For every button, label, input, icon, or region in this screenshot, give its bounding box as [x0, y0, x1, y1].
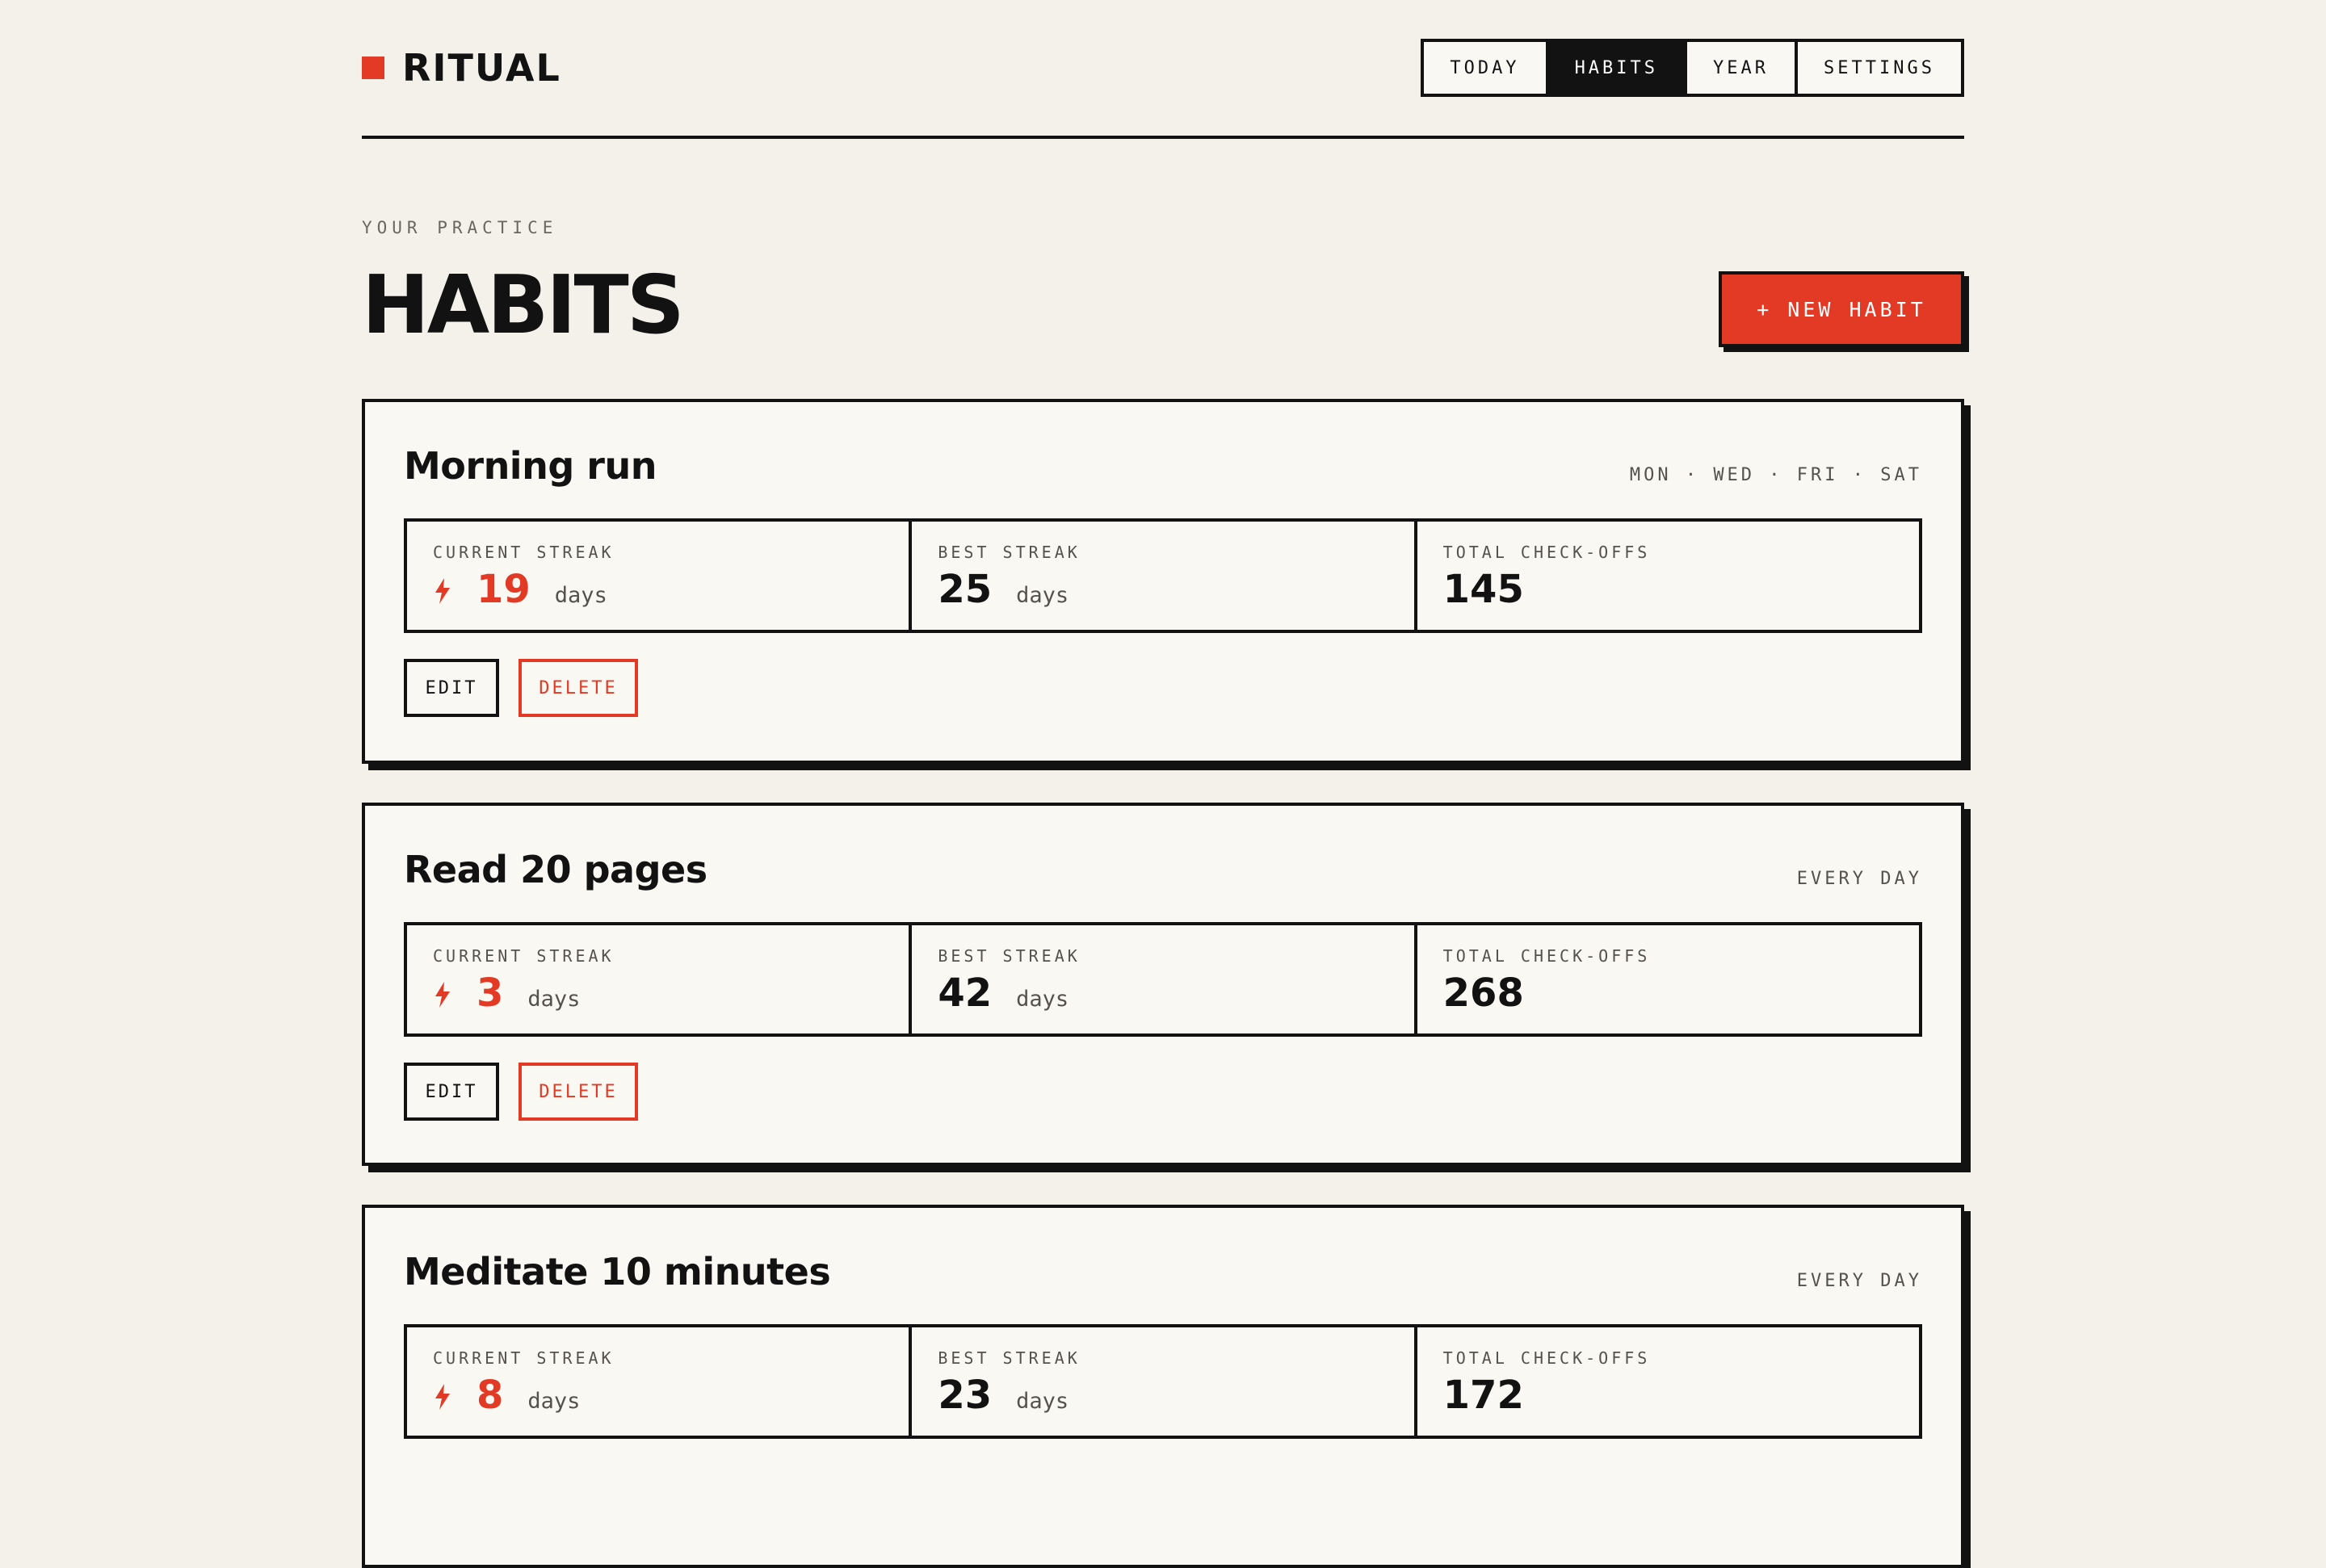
- habit-name: Read 20 pages: [404, 848, 707, 891]
- total-checkoffs-value-row: 172: [1443, 1373, 1524, 1421]
- best-streak-label: BEST STREAK: [938, 946, 1081, 966]
- habit-actions: EDIT DELETE: [404, 659, 657, 717]
- total-checkoffs-value: 145: [1442, 567, 1524, 612]
- header: RITUAL TODAY HABITS YEAR SETTINGS: [362, 0, 1964, 139]
- lightning-icon: [435, 982, 450, 1008]
- habit-card: Meditate 10 minutes EVERY DAY CURRENT ST…: [362, 1205, 1964, 1568]
- nav-tab-settings[interactable]: SETTINGS: [1798, 42, 1961, 94]
- total-checkoffs-stat: TOTAL CHECK-OFFS 172: [1417, 1327, 1919, 1436]
- current-streak-value-row: 19 days: [433, 567, 607, 615]
- delete-button[interactable]: DELETE: [519, 659, 638, 717]
- habit-stats: CURRENT STREAK 19 days BEST STREAK 25 da…: [404, 518, 1922, 633]
- best-streak-label: BEST STREAK: [938, 1348, 1081, 1368]
- unit-label: days: [1016, 583, 1069, 608]
- edit-button[interactable]: EDIT: [404, 1063, 499, 1121]
- habit-schedule: EVERY DAY: [1796, 869, 1922, 889]
- total-checkoffs-label: TOTAL CHECK-OFFS: [1442, 1348, 1651, 1368]
- page: RITUAL TODAY HABITS YEAR SETTINGS YOUR P…: [362, 0, 1964, 1568]
- best-streak-value-row: 25 days: [938, 567, 1069, 615]
- total-checkoffs-value-row: 145: [1443, 567, 1524, 615]
- new-habit-button[interactable]: + NEW HABIT: [1719, 271, 1964, 347]
- total-checkoffs-label: TOTAL CHECK-OFFS: [1442, 543, 1651, 562]
- logo[interactable]: RITUAL: [362, 40, 561, 95]
- unit-label: days: [1016, 1389, 1069, 1414]
- unit-label: days: [554, 583, 607, 608]
- total-checkoffs-value: 268: [1442, 971, 1524, 1016]
- edit-button[interactable]: EDIT: [404, 659, 499, 717]
- unit-label: days: [527, 1389, 581, 1414]
- nav-tab-year[interactable]: YEAR: [1687, 42, 1799, 94]
- delete-button[interactable]: DELETE: [519, 1063, 638, 1121]
- current-streak-value: 8: [477, 1373, 504, 1418]
- total-checkoffs-stat: TOTAL CHECK-OFFS 268: [1417, 925, 1919, 1033]
- nav-tab-habits[interactable]: HABITS: [1548, 42, 1688, 94]
- best-streak-value-row: 23 days: [938, 1373, 1069, 1421]
- total-checkoffs-value: 172: [1442, 1373, 1524, 1418]
- logo-square-icon: [362, 57, 384, 79]
- best-streak-value: 42: [938, 971, 993, 1016]
- best-streak-stat: BEST STREAK 23 days: [912, 1327, 1417, 1436]
- unit-label: days: [527, 987, 581, 1012]
- habit-schedule: EVERY DAY: [1796, 1271, 1922, 1291]
- best-streak-value: 23: [938, 1373, 993, 1418]
- total-checkoffs-stat: TOTAL CHECK-OFFS 145: [1417, 522, 1919, 630]
- current-streak-label: CURRENT STREAK: [433, 543, 615, 562]
- lightning-icon: [435, 1384, 450, 1410]
- best-streak-label: BEST STREAK: [938, 543, 1081, 562]
- unit-label: days: [1016, 987, 1069, 1012]
- current-streak-value-row: 3 days: [433, 971, 580, 1019]
- best-streak-value: 25: [938, 567, 993, 612]
- habit-card: Morning run MON · WED · FRI · SAT CURREN…: [362, 399, 1964, 764]
- habit-actions: EDIT DELETE: [404, 1063, 657, 1121]
- current-streak-label: CURRENT STREAK: [433, 1348, 615, 1368]
- habit-name: Meditate 10 minutes: [404, 1250, 831, 1293]
- main-nav: TODAY HABITS YEAR SETTINGS: [1421, 39, 1964, 97]
- current-streak-stat: CURRENT STREAK 3 days: [407, 925, 913, 1033]
- current-streak-value: 19: [477, 567, 531, 612]
- app-name: RITUAL: [402, 46, 561, 90]
- habit-card: Read 20 pages EVERY DAY CURRENT STREAK 3…: [362, 803, 1964, 1166]
- current-streak-label: CURRENT STREAK: [433, 946, 615, 966]
- habit-schedule: MON · WED · FRI · SAT: [1629, 465, 1922, 485]
- best-streak-stat: BEST STREAK 42 days: [912, 925, 1417, 1033]
- nav-tab-today[interactable]: TODAY: [1424, 42, 1549, 94]
- page-title: HABITS: [362, 258, 685, 352]
- habit-stats: CURRENT STREAK 8 days BEST STREAK 23 day…: [404, 1324, 1922, 1439]
- current-streak-stat: CURRENT STREAK 8 days: [407, 1327, 913, 1436]
- habit-stats: CURRENT STREAK 3 days BEST STREAK 42 day…: [404, 922, 1922, 1037]
- current-streak-stat: CURRENT STREAK 19 days: [407, 522, 913, 630]
- best-streak-value-row: 42 days: [938, 971, 1069, 1019]
- current-streak-value-row: 8 days: [433, 1373, 580, 1421]
- section-eyebrow: YOUR PRACTICE: [362, 218, 558, 237]
- current-streak-value: 3: [477, 971, 504, 1016]
- total-checkoffs-label: TOTAL CHECK-OFFS: [1442, 946, 1651, 966]
- lightning-icon: [435, 578, 450, 604]
- best-streak-stat: BEST STREAK 25 days: [912, 522, 1417, 630]
- habit-name: Morning run: [404, 444, 657, 488]
- total-checkoffs-value-row: 268: [1443, 971, 1524, 1019]
